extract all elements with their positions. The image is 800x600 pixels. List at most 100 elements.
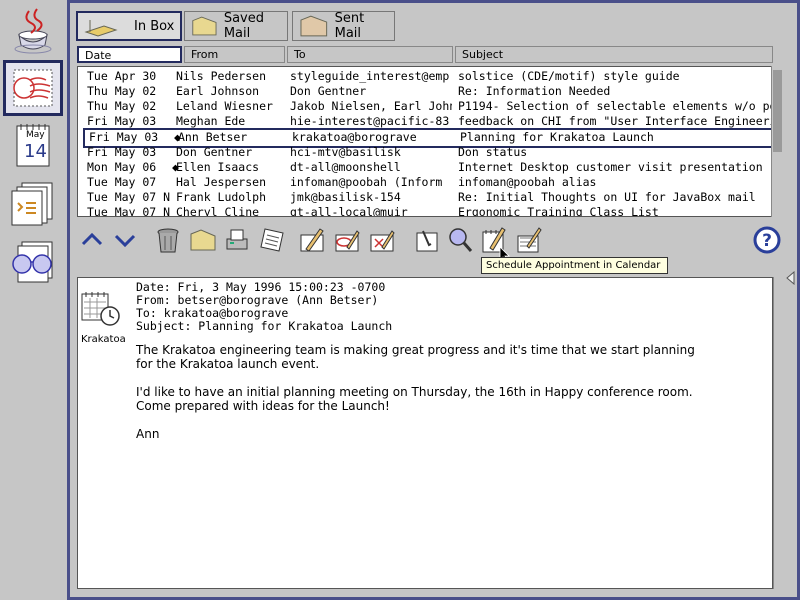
app-dock: May 14 xyxy=(0,0,66,600)
column-header-date[interactable]: Date xyxy=(77,46,182,63)
message-row[interactable]: Fri May 03 Meghan Ede hie-interest@pacif… xyxy=(78,114,772,129)
calendar-month: May xyxy=(26,130,45,140)
help-icon: ? xyxy=(753,226,781,254)
mail-stamp-icon[interactable] xyxy=(3,60,63,116)
message-to: krakatoa@borograve xyxy=(292,130,417,144)
header-subject: Subject: Planning for Krakatoa Launch xyxy=(136,319,393,333)
message-to: infoman@poobah (Inform xyxy=(290,175,443,189)
reply-button[interactable] xyxy=(332,225,362,255)
message-from: Ellen Isaacs xyxy=(176,160,260,174)
message-row[interactable]: Tue May 07 N Frank Ludolph jmk@basilisk-… xyxy=(78,190,772,205)
message-from: Meghan Ede xyxy=(176,114,246,128)
header-from: From: betser@borograve (Ann Betser) xyxy=(136,293,379,307)
stapler-icon xyxy=(416,230,438,252)
header-date: Date: Fri, 3 May 1996 15:00:23 -0700 xyxy=(136,280,386,294)
message-subject: feedback on CHI from "User Interface Eng… xyxy=(458,114,772,128)
message-date: Tue May 07 N xyxy=(87,190,171,204)
message-subject: P1194- Selection of selectable elements … xyxy=(458,99,772,113)
message-from: Ann Betser xyxy=(178,130,248,144)
sent-mail-tab-label: Sent Mail xyxy=(334,11,365,41)
help-button[interactable]: ? xyxy=(752,225,782,255)
compose-icon xyxy=(300,228,324,252)
message-subject: Internet Desktop customer visit presenta… xyxy=(458,160,763,174)
message-from: Hal Jespersen xyxy=(176,175,267,189)
message-to: gt-all-local@muir xyxy=(290,205,408,217)
message-subject: Re: Information Needed xyxy=(458,84,611,98)
message-to: jmk@basilisk-154 xyxy=(290,190,401,204)
message-date: Tue May 07 N xyxy=(87,205,171,217)
delete-button[interactable] xyxy=(153,225,183,255)
add-to-calendar-button[interactable] xyxy=(514,225,544,255)
message-viewer-scrollbar[interactable] xyxy=(773,277,785,589)
down-arrow-icon xyxy=(114,234,136,248)
message-date: Mon May 06 xyxy=(87,160,157,174)
message-date: Thu May 02 xyxy=(87,84,157,98)
trash-can-icon xyxy=(157,228,179,253)
column-header-to[interactable]: To xyxy=(287,46,453,63)
message-row[interactable]: Mon May 06 ◆ Ellen Isaacs dt-all@moonshe… xyxy=(78,160,772,175)
calendar-pencil-icon xyxy=(517,227,542,253)
message-subject: Don status xyxy=(458,145,528,159)
saved-mail-tab-label: Saved Mail xyxy=(223,11,264,41)
pane-divider-arrow-icon[interactable] xyxy=(785,271,795,285)
column-header-from[interactable]: From xyxy=(184,46,285,63)
move-to-folder-button[interactable] xyxy=(188,225,218,255)
saved-mail-tab[interactable]: Saved Mail xyxy=(184,11,288,41)
search-button[interactable] xyxy=(445,225,475,255)
message-from: Earl Johnson xyxy=(176,84,260,98)
message-to: Don Gentner xyxy=(290,84,367,98)
message-row[interactable]: Tue Apr 30 Nils Pedersen styleguide_inte… xyxy=(78,69,772,84)
message-date: Tue May 07 xyxy=(87,175,157,189)
message-date: Fri May 03 xyxy=(87,114,157,128)
attach-button[interactable] xyxy=(412,225,442,255)
message-subject: Re: Initial Thoughts on UI for JavaBox m… xyxy=(458,190,756,204)
message-viewer: Krakatoa Date: Fri, 3 May 1996 15:00:23 … xyxy=(77,277,773,589)
view-headers-button[interactable] xyxy=(258,225,288,255)
message-subject: Planning for Krakatoa Launch xyxy=(460,130,654,144)
print-button[interactable] xyxy=(222,225,252,255)
folder-icon xyxy=(192,16,217,36)
pages-icon xyxy=(260,228,284,252)
previous-message-button[interactable] xyxy=(77,225,107,255)
magnifier-icon xyxy=(449,228,473,252)
scrollbar-thumb[interactable] xyxy=(773,70,782,152)
message-from: Frank Ludolph xyxy=(176,190,267,204)
message-body: The Krakatoa engineering team is making … xyxy=(136,343,695,441)
printer-icon xyxy=(226,229,248,250)
column-header-subject[interactable]: Subject xyxy=(455,46,773,63)
glasses-icon[interactable] xyxy=(3,234,63,290)
header-to: To: krakatoa@borograve xyxy=(136,306,289,320)
message-subject: infoman@poobah alias xyxy=(458,175,597,189)
next-message-button[interactable] xyxy=(110,225,140,255)
message-subject: Ergonomic Training Class List xyxy=(458,205,659,217)
message-row[interactable]: Tue May 07 Hal Jespersen infoman@poobah … xyxy=(78,175,772,190)
message-from: Don Gentner xyxy=(176,145,253,159)
message-list: Tue Apr 30 Nils Pedersen styleguide_inte… xyxy=(77,66,773,217)
svg-text:?: ? xyxy=(762,231,772,251)
message-subject: solstice (CDE/motif) style guide xyxy=(458,69,680,83)
inbox-tab-label: In Box xyxy=(134,18,175,34)
folder-icon xyxy=(300,15,328,37)
message-row[interactable]: Fri May 03 Don Gentner hci-mtv@basilisk … xyxy=(78,145,772,160)
calendar-clock-icon xyxy=(81,292,120,326)
inbox-tab[interactable]: In Box xyxy=(76,11,182,41)
java-coffee-icon[interactable] xyxy=(3,2,63,58)
message-row[interactable]: Thu May 02 Leland Wiesner Jakob Nielsen,… xyxy=(78,99,772,114)
forward-button[interactable] xyxy=(367,225,397,255)
tooltip: Schedule Appointment in Calendar xyxy=(481,257,668,274)
message-to: hie-interest@pacific-83 xyxy=(290,114,450,128)
calendar-icon[interactable]: May 14 xyxy=(3,118,63,174)
message-to: styleguide_interest@emp xyxy=(290,69,450,83)
inbox-tray-icon xyxy=(84,20,118,37)
folder-icon xyxy=(190,229,216,251)
message-row[interactable]: Tue May 07 N Cheryl Cline gt-all-local@m… xyxy=(78,205,772,217)
message-to: Jakob Nielsen, Earl Johns xyxy=(290,99,452,113)
message-from: Cheryl Cline xyxy=(176,205,260,217)
message-list-scrollbar[interactable] xyxy=(771,66,783,217)
message-row[interactable]: Thu May 02 Earl Johnson Don Gentner Re: … xyxy=(78,84,772,99)
sent-mail-tab[interactable]: Sent Mail xyxy=(292,11,395,41)
message-to: dt-all@moonshell xyxy=(290,160,401,174)
compose-button[interactable] xyxy=(297,225,327,255)
file-manager-icon[interactable] xyxy=(3,176,63,232)
up-arrow-icon xyxy=(81,232,103,246)
